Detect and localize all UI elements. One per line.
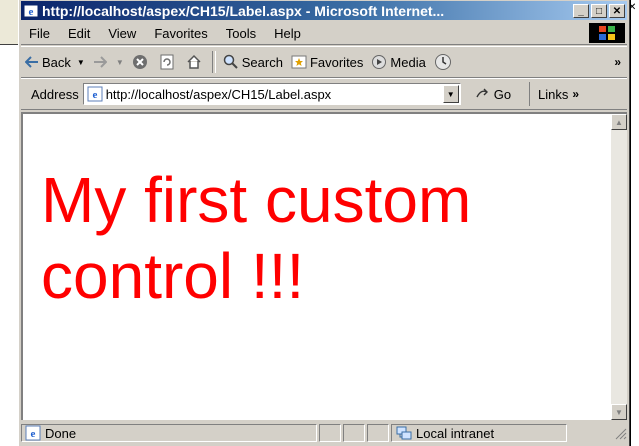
- forward-dropdown-icon[interactable]: ▼: [116, 58, 124, 67]
- intranet-icon: [396, 425, 412, 441]
- status-pane-1: [319, 424, 341, 442]
- page-viewport: My first custom control !!! ▲ ▼: [21, 112, 627, 420]
- home-icon: [186, 54, 202, 70]
- toolbar-separator: [211, 51, 216, 73]
- resize-grip-icon[interactable]: [613, 426, 627, 440]
- scroll-down-button[interactable]: ▼: [611, 404, 627, 420]
- refresh-button[interactable]: [155, 48, 182, 76]
- custom-control-label: My first custom control !!!: [41, 164, 472, 312]
- menu-favorites[interactable]: Favorites: [145, 26, 216, 41]
- links-label: Links: [538, 86, 569, 102]
- back-button[interactable]: Back ▼: [21, 48, 89, 76]
- menu-tools[interactable]: Tools: [217, 26, 265, 41]
- maximize-button[interactable]: □: [591, 3, 607, 18]
- address-label: Address: [31, 86, 79, 102]
- links-more-chevron[interactable]: »: [572, 87, 579, 101]
- back-arrow-icon: [25, 56, 39, 68]
- favorites-label: Favorites: [309, 54, 364, 70]
- ie-logo-icon[interactable]: e: [23, 3, 39, 19]
- close-button[interactable]: ✕: [609, 3, 625, 18]
- back-label: Back: [42, 54, 71, 70]
- status-main: e Done: [21, 424, 317, 442]
- home-button[interactable]: [182, 48, 209, 76]
- media-button[interactable]: Media: [367, 48, 429, 76]
- svg-text:e: e: [31, 428, 36, 440]
- standard-toolbar: Back ▼ ▼ Search Favorites Media »: [21, 46, 627, 78]
- title-bar[interactable]: e http://localhost/aspex/CH15/Label.aspx…: [21, 1, 627, 20]
- links-toolbar[interactable]: Links »: [529, 82, 579, 106]
- status-pane-3: [367, 424, 389, 442]
- search-button[interactable]: Search: [219, 48, 287, 76]
- svg-text:e: e: [29, 6, 34, 18]
- status-bar: e Done Local intranet: [21, 422, 627, 444]
- menu-view[interactable]: View: [99, 26, 145, 41]
- page-icon: e: [87, 86, 103, 102]
- address-dropdown-icon[interactable]: ▼: [442, 85, 459, 103]
- search-icon: [223, 54, 239, 70]
- address-url[interactable]: http://localhost/aspex/CH15/Label.aspx: [106, 87, 443, 102]
- windows-logo-icon: [589, 23, 625, 43]
- history-button[interactable]: [430, 48, 459, 76]
- svg-text:e: e: [92, 89, 97, 101]
- status-pane-2: [343, 424, 365, 442]
- menu-help[interactable]: Help: [265, 26, 310, 41]
- search-label: Search: [241, 54, 283, 70]
- forward-arrow-icon: [93, 56, 107, 68]
- window-controls: _ □ ✕: [573, 3, 625, 18]
- forward-button[interactable]: ▼: [89, 48, 128, 76]
- favorites-button[interactable]: Favorites: [287, 48, 367, 76]
- address-bar: Address e http://localhost/aspex/CH15/La…: [21, 78, 627, 110]
- menu-file[interactable]: File: [21, 26, 59, 41]
- browser-window: e http://localhost/aspex/CH15/Label.aspx…: [18, 0, 630, 446]
- stop-icon: [132, 54, 148, 70]
- address-field[interactable]: e http://localhost/aspex/CH15/Label.aspx…: [82, 83, 461, 105]
- security-zone[interactable]: Local intranet: [391, 424, 567, 442]
- refresh-icon: [159, 54, 175, 70]
- toolbar-more-chevron[interactable]: »: [614, 55, 621, 69]
- menu-edit[interactable]: Edit: [59, 26, 99, 41]
- zone-label: Local intranet: [416, 425, 495, 441]
- scroll-up-button[interactable]: ▲: [611, 114, 627, 130]
- menu-bar: File Edit View Favorites Tools Help: [21, 22, 627, 45]
- page-content: My first custom control !!!: [23, 114, 609, 420]
- history-icon: [434, 53, 452, 71]
- back-dropdown-icon[interactable]: ▼: [77, 58, 85, 67]
- go-arrow-icon: [475, 86, 491, 102]
- status-text: Done: [45, 425, 77, 441]
- favorites-icon: [291, 54, 307, 70]
- minimize-button[interactable]: _: [573, 3, 589, 18]
- page-status-icon: e: [25, 425, 41, 441]
- vertical-scrollbar[interactable]: ▲ ▼: [611, 114, 627, 420]
- stop-button[interactable]: [128, 48, 155, 76]
- background-window-edge: [630, 0, 639, 446]
- go-button[interactable]: Go: [475, 86, 511, 102]
- media-label: Media: [390, 54, 426, 70]
- media-icon: [371, 54, 387, 70]
- go-label: Go: [493, 86, 512, 102]
- window-title: http://localhost/aspex/CH15/Label.aspx -…: [42, 2, 445, 19]
